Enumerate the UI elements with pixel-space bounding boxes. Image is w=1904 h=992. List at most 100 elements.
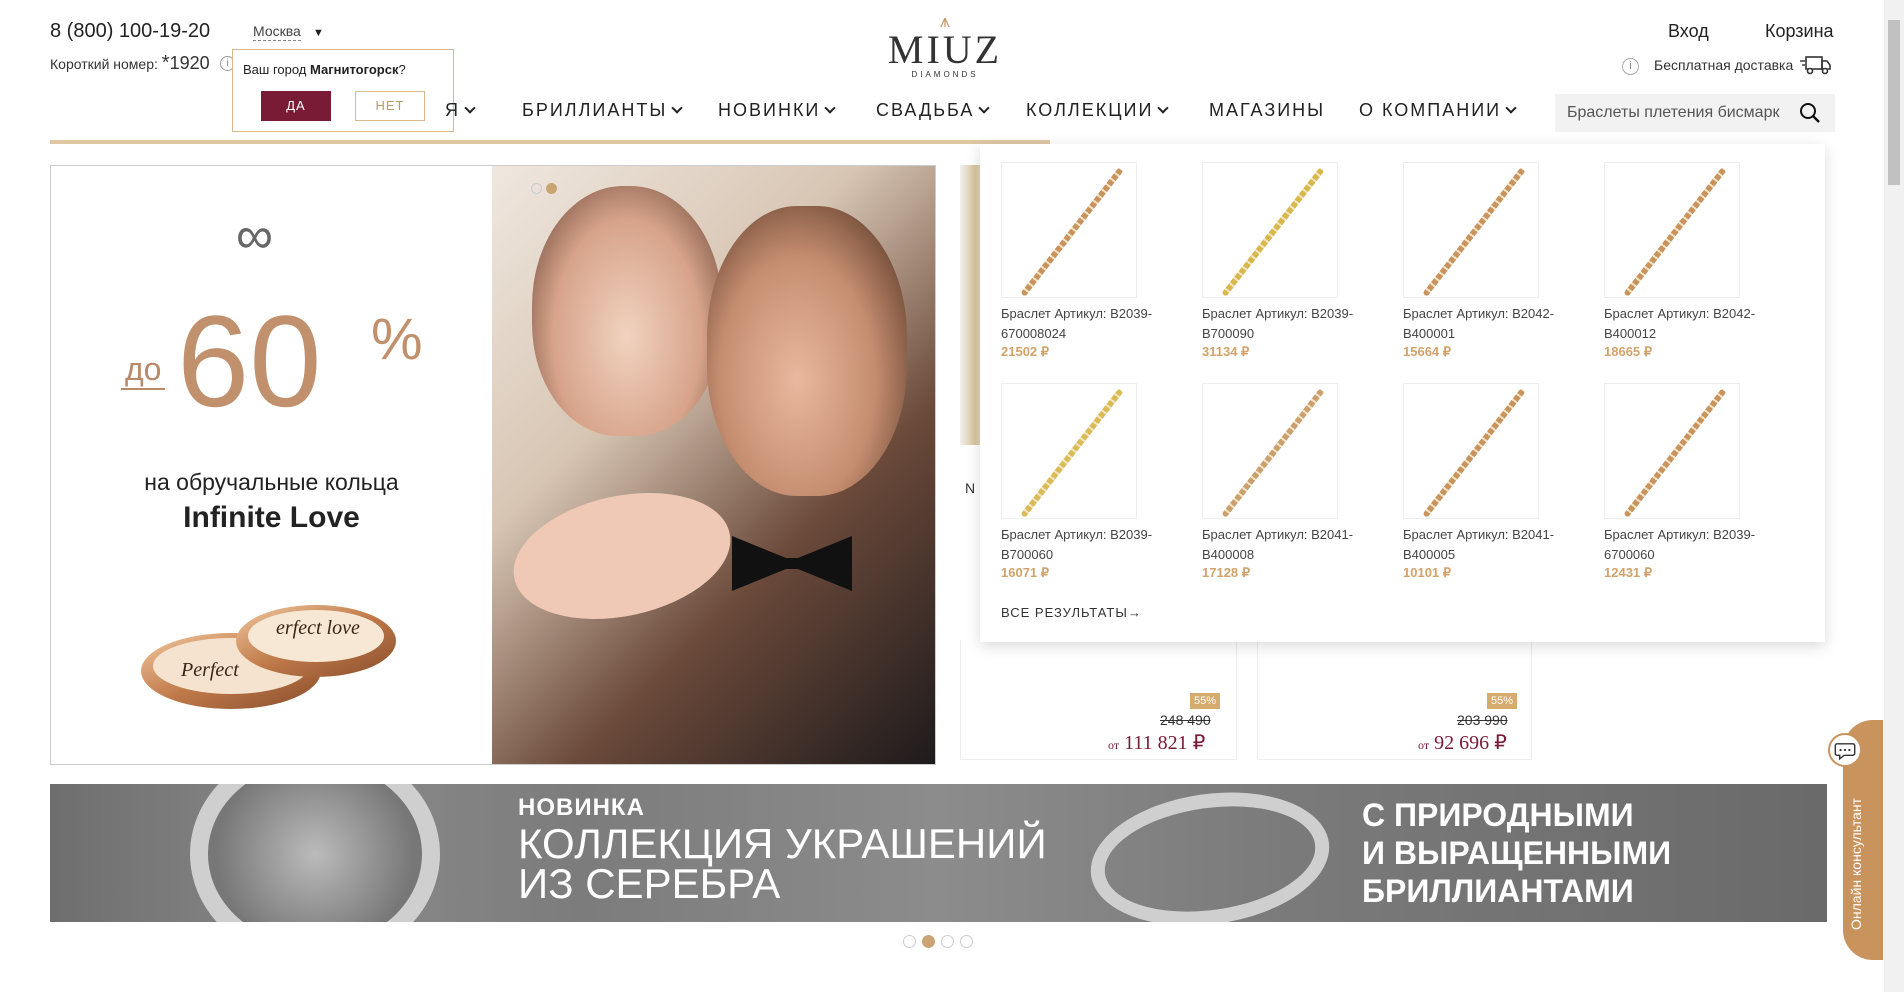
search-icon[interactable]	[1799, 102, 1821, 124]
promo-subtitle: на обручальные кольца	[144, 469, 399, 495]
search-result-item[interactable]: Браслет Артикул: B2041-B400005 10101 ₽	[1403, 383, 1583, 581]
result-image	[1604, 162, 1740, 298]
nav-item-jewelry[interactable]: Я	[445, 100, 476, 121]
result-price: 16071 ₽	[1001, 565, 1050, 580]
short-number: Короткий номер: *1920	[50, 52, 210, 75]
bracelet-chain	[1422, 388, 1526, 518]
banner-right-line2: И ВЫРАЩЕННЫМИ	[1362, 835, 1672, 871]
infinity-logo-icon: ∞	[236, 207, 274, 265]
city-question: Ваш город Магнитогорск?	[243, 62, 406, 77]
banner-right-line3: БРИЛЛИАНТАМИ	[1362, 873, 1634, 909]
couple-photo	[492, 166, 935, 764]
city-yes-button[interactable]: ДА	[261, 91, 331, 121]
woman-figure	[532, 186, 722, 436]
hero-pagination	[531, 181, 561, 199]
result-title: Браслет Артикул: B2039-670008024	[1001, 306, 1153, 341]
city-question-prefix: Ваш город	[243, 62, 310, 77]
banner-collection-line2: ИЗ СЕРЕБРА	[518, 860, 781, 907]
result-image	[1202, 162, 1338, 298]
banner-dot[interactable]	[941, 935, 954, 948]
city-confirm-popup: Ваш город Магнитогорск? ДА НЕТ	[232, 49, 454, 132]
result-image	[1604, 383, 1740, 519]
login-link[interactable]: Вход	[1668, 21, 1709, 42]
nav-item-label: КОЛЛЕКЦИИ	[1026, 100, 1154, 120]
nav-item-stores[interactable]: МАГАЗИНЫ	[1209, 100, 1325, 121]
search-box	[1555, 94, 1835, 132]
search-result-item[interactable]: Браслет Артикул: B2039-6700060 12431 ₽	[1604, 383, 1784, 581]
promo-percent-sign: %	[371, 307, 423, 372]
nav-item-diamonds[interactable]: БРИЛЛИАНТЫ	[522, 100, 683, 121]
search-result-item[interactable]: Браслет Артикул: B2041-B400008 17128 ₽	[1202, 383, 1382, 581]
result-image	[1403, 162, 1539, 298]
short-number-label: Короткий номер:	[50, 56, 158, 72]
banner-dot-active[interactable]	[922, 935, 935, 948]
search-result-item[interactable]: Браслет Артикул: B2039-670008024 21502 ₽	[1001, 162, 1181, 360]
diamond-ring-image	[190, 784, 440, 922]
banner-pagination	[903, 935, 979, 953]
delivery-info-icon[interactable]: i	[1622, 58, 1639, 75]
nav-item-label: БРИЛЛИАНТЫ	[522, 100, 668, 120]
truck-icon	[1800, 56, 1831, 75]
silver-collection-banner[interactable]: НОВИНКА КОЛЛЕКЦИЯ УКРАШЕНИЙ ИЗ СЕРЕБРА С…	[50, 784, 1827, 922]
chat-icon[interactable]	[1828, 733, 1862, 767]
delivery-text[interactable]: Бесплатная доставка	[1654, 57, 1793, 73]
silver-ring-image	[1082, 784, 1338, 922]
bracelet-chain	[1020, 167, 1124, 297]
old-price: 203 990	[1457, 712, 1508, 728]
result-price: 10101 ₽	[1403, 565, 1452, 580]
result-price: 12431 ₽	[1604, 565, 1653, 580]
search-result-item[interactable]: Браслет Артикул: B2039-B700060 16071 ₽	[1001, 383, 1181, 581]
short-number-star: *	[161, 52, 170, 74]
promo-collection: Infinite Love	[183, 501, 360, 534]
bracelet-chain	[1623, 388, 1727, 518]
bracelet-chain	[1623, 167, 1727, 297]
bowtie-shape	[732, 536, 852, 591]
city-selector[interactable]: Москва	[253, 23, 301, 41]
city-no-button[interactable]: НЕТ	[355, 91, 425, 121]
old-price: 248 490	[1160, 712, 1211, 728]
banner-dot[interactable]	[903, 935, 916, 948]
banner-dot[interactable]	[960, 935, 973, 948]
nav-item-label: О КОМПАНИИ	[1359, 100, 1502, 120]
city-dropdown-icon[interactable]: ▼	[313, 27, 324, 39]
online-consultant-label[interactable]: Онлайн консультант	[1848, 798, 1864, 930]
scrollbar-thumb[interactable]	[1888, 20, 1900, 185]
all-results-link[interactable]: ВСЕ РЕЗУЛЬТАТЫ→	[1001, 605, 1142, 620]
promo-percent-value: 60	[177, 288, 322, 434]
bracelet-chain	[1221, 388, 1325, 518]
hero-dot[interactable]	[531, 183, 542, 194]
logo[interactable]: ⩚ MIUZ DIAMONDS	[886, 12, 1004, 90]
search-result-item[interactable]: Браслет Артикул: B2039-B700090 31134 ₽	[1202, 162, 1382, 360]
search-result-item[interactable]: Браслет Артикул: B2042-B400012 18665 ₽	[1604, 162, 1784, 360]
bracelet-chain	[1020, 388, 1124, 518]
search-input[interactable]	[1567, 94, 1792, 132]
result-image	[1001, 162, 1137, 298]
hero-banner[interactable]: ∞ до 60 % на обручальные кольца Infinite…	[50, 165, 936, 765]
wedding-rings-image: Perfect erfect love	[141, 605, 396, 709]
product-label-partial: N	[965, 480, 976, 496]
result-price: 18665 ₽	[1604, 344, 1653, 359]
result-price: 21502 ₽	[1001, 344, 1050, 359]
phone-number[interactable]: 8 (800) 100-19-20	[50, 20, 210, 43]
ring-engraving-1: Perfect	[180, 659, 239, 681]
banner-new-label: НОВИНКА	[518, 794, 645, 821]
nav-item-label: НОВИНКИ	[718, 100, 821, 120]
banner-right-line1: С ПРИРОДНЫМИ	[1362, 797, 1634, 833]
nav-item-new[interactable]: НОВИНКИ	[718, 100, 837, 121]
result-title: Браслет Артикул: B2042-B400012	[1604, 306, 1756, 341]
nav-item-wedding[interactable]: СВАДЬБА	[876, 100, 991, 121]
hero-dot-active[interactable]	[546, 183, 557, 194]
city-question-city: Магнитогорск	[310, 62, 399, 77]
chevron-down-icon	[671, 102, 683, 114]
nav-item-about[interactable]: О КОМПАНИИ	[1359, 100, 1517, 121]
hand-figure	[501, 474, 743, 638]
chevron-down-icon	[464, 102, 476, 114]
cart-link[interactable]: Корзина	[1765, 21, 1834, 42]
search-result-item[interactable]: Браслет Артикул: B2042-B400001 15664 ₽	[1403, 162, 1583, 360]
short-number-value: 1920	[169, 53, 210, 73]
chevron-down-icon	[824, 102, 837, 114]
nav-item-collections[interactable]: КОЛЛЕКЦИИ	[1026, 100, 1170, 121]
result-title: Браслет Артикул: B2041-B400008	[1202, 527, 1354, 562]
product-price: от 92 696 ₽	[1418, 730, 1507, 755]
nav-divider	[50, 140, 1050, 144]
